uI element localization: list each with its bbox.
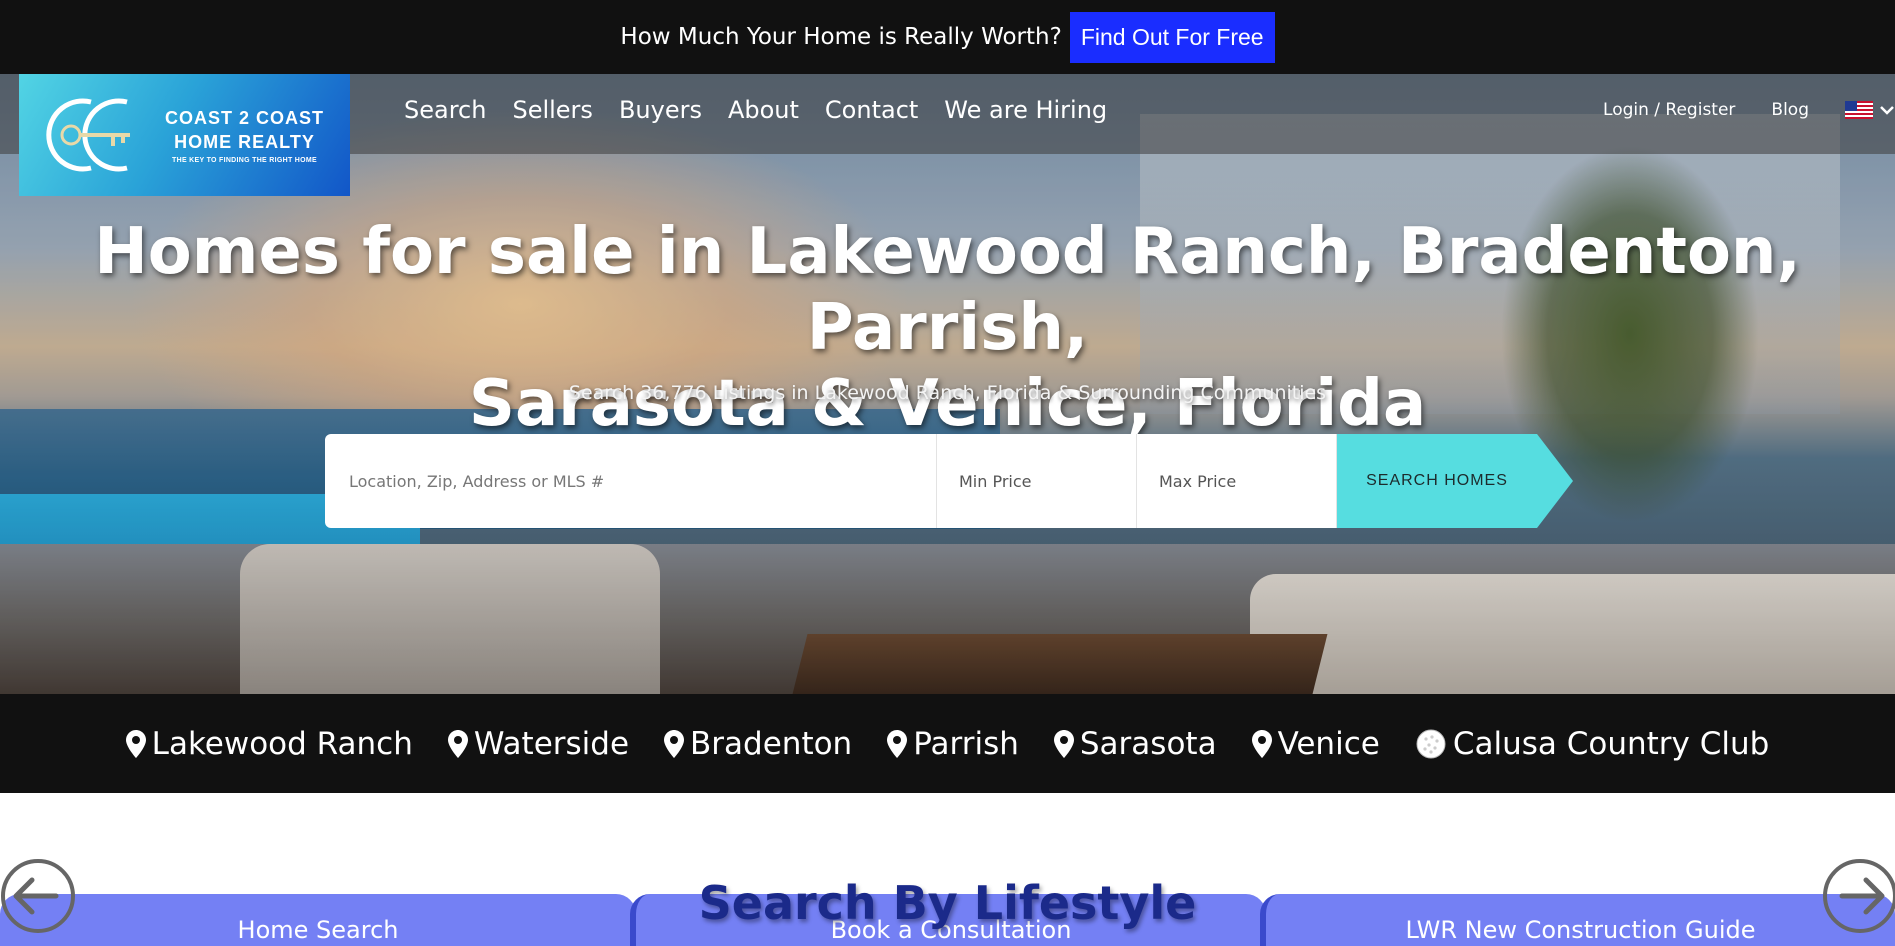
- nav-we-are-hiring[interactable]: We are Hiring: [944, 96, 1107, 124]
- lifestyle-heading: Search By Lifestyle: [698, 876, 1197, 930]
- map-pin-icon: [1053, 729, 1074, 758]
- hero-subtitle: Search 36,776 Listings in Lakewood Ranch…: [568, 382, 1327, 404]
- main-nav: Search Sellers Buyers About Contact We a…: [404, 96, 1107, 124]
- chevron-down-icon: [1880, 106, 1894, 115]
- logo-line2: HOME REALTY: [174, 132, 315, 152]
- login-register-link[interactable]: Login / Register: [1603, 100, 1735, 120]
- city-links-bar: Lakewood Ranch Waterside Bradenton Parri…: [0, 694, 1895, 793]
- nav-search[interactable]: Search: [404, 96, 486, 124]
- golf-ball-icon: [1416, 729, 1446, 758]
- nav-buyers[interactable]: Buyers: [619, 96, 702, 124]
- city-link-calusa-country-club[interactable]: Calusa Country Club: [1415, 725, 1770, 762]
- promo-text: How Much Your Home is Really Worth?: [620, 24, 1062, 50]
- max-price-select[interactable]: Max Price: [1137, 434, 1337, 528]
- location-search-input[interactable]: Location, Zip, Address or MLS #: [325, 434, 937, 528]
- city-label: Bradenton: [690, 725, 853, 762]
- nav-contact[interactable]: Contact: [825, 96, 918, 124]
- blog-link[interactable]: Blog: [1771, 100, 1809, 120]
- hero-title-line2: Sarasota & Venice, Florida: [468, 367, 1427, 441]
- us-flag-icon: [1845, 101, 1873, 119]
- city-link-sarasota[interactable]: Sarasota: [1053, 725, 1217, 762]
- city-label: Parrish: [913, 725, 1019, 762]
- logo-text: COAST 2 COAST HOME REALTY THE KEY TO FIN…: [165, 106, 324, 164]
- city-link-venice[interactable]: Venice: [1251, 725, 1380, 762]
- site-logo[interactable]: COAST 2 COAST HOME REALTY THE KEY TO FIN…: [19, 74, 350, 196]
- hero-title: Homes for sale in Lakewood Ranch, Braden…: [0, 214, 1895, 442]
- search-homes-button[interactable]: SEARCH HOMES: [1337, 434, 1573, 528]
- location-placeholder: Location, Zip, Address or MLS #: [349, 471, 605, 491]
- min-price-label: Min Price: [959, 471, 1032, 491]
- city-label: Lakewood Ranch: [151, 725, 413, 762]
- logo-tagline: THE KEY TO FINDING THE RIGHT HOME: [172, 157, 317, 164]
- carousel-prev-arrow-icon[interactable]: [0, 858, 76, 934]
- city-label: Waterside: [473, 725, 630, 762]
- max-price-label: Max Price: [1159, 471, 1237, 491]
- hero-title-line1: Homes for sale in Lakewood Ranch, Braden…: [94, 215, 1801, 365]
- map-pin-icon: [887, 729, 908, 758]
- city-label: Calusa Country Club: [1452, 725, 1770, 762]
- map-pin-icon: [664, 729, 685, 758]
- search-form: Location, Zip, Address or MLS # Min Pric…: [325, 434, 1573, 528]
- map-pin-icon: [125, 729, 146, 758]
- nav-about[interactable]: About: [728, 96, 799, 124]
- city-label: Sarasota: [1079, 725, 1217, 762]
- nav-sellers[interactable]: Sellers: [512, 96, 592, 124]
- city-label: Venice: [1277, 725, 1380, 762]
- map-pin-icon: [447, 729, 468, 758]
- city-link-lakewood-ranch[interactable]: Lakewood Ranch: [125, 725, 413, 762]
- promo-bar: How Much Your Home is Really Worth? Find…: [0, 0, 1895, 74]
- carousel-next-arrow-icon[interactable]: [1822, 858, 1895, 934]
- find-out-for-free-button[interactable]: Find Out For Free: [1069, 11, 1275, 63]
- city-link-waterside[interactable]: Waterside: [447, 725, 630, 762]
- key-logo-icon: [46, 98, 130, 172]
- city-link-bradenton[interactable]: Bradenton: [664, 726, 852, 762]
- city-link-parrish[interactable]: Parrish: [887, 726, 1019, 762]
- language-selector[interactable]: [1845, 101, 1895, 119]
- map-pin-icon: [1251, 729, 1272, 758]
- logo-line1: COAST 2 COAST: [165, 108, 325, 128]
- min-price-select[interactable]: Min Price: [937, 434, 1137, 528]
- nav-right: Login / Register Blog: [1603, 100, 1895, 120]
